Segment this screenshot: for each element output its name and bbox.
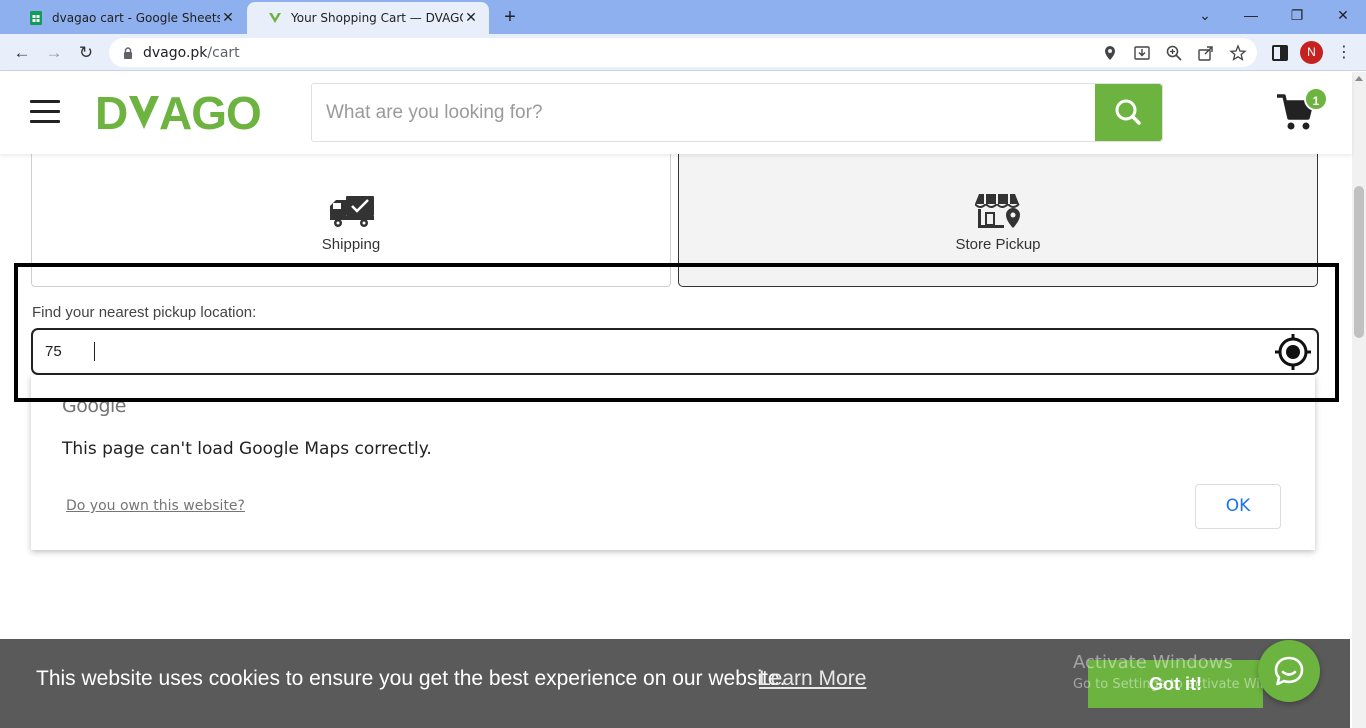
svg-text:D: D (95, 90, 127, 134)
store-location-icon (975, 194, 1020, 228)
cookie-banner: This website uses cookies to ensure you … (0, 639, 1350, 728)
dvago-logo[interactable]: D AGO (95, 90, 279, 134)
site-header: D AGO 1 (0, 72, 1352, 154)
minimize-icon[interactable]: — (1228, 4, 1274, 26)
url-text: dvago.pk/cart (143, 45, 240, 61)
pickup-location-label: Find your nearest pickup location: (32, 304, 257, 321)
page-scrollbar[interactable] (1352, 72, 1366, 728)
bookmark-star-icon[interactable] (1229, 44, 1247, 62)
text-caret (94, 342, 95, 361)
cart-count-badge: 1 (1304, 87, 1328, 111)
zoom-icon[interactable] (1165, 44, 1183, 62)
side-panel-icon[interactable] (1269, 42, 1291, 64)
menu-kebab-icon[interactable]: ⋮ (1333, 42, 1355, 64)
search-icon (1115, 99, 1141, 125)
dvago-favicon-icon (269, 13, 281, 23)
pickup-location-input[interactable] (33, 330, 1263, 373)
browser-toolbar: ← → ↻ dvago.pk/cart N ⋮ (0, 34, 1366, 71)
locate-me-icon[interactable] (1274, 333, 1312, 371)
tab-title: Your Shopping Cart — DVAGO® (291, 11, 463, 25)
activate-windows-title: Activate Windows (1073, 652, 1233, 673)
chat-bubble-icon (1274, 656, 1304, 686)
hamburger-menu-icon[interactable] (30, 100, 60, 124)
map-error-panel: Google This page can't load Google Maps … (31, 375, 1315, 550)
reload-icon[interactable]: ↻ (74, 41, 98, 65)
sheets-icon (30, 11, 42, 25)
lock-icon (124, 46, 132, 59)
delivery-option-store-pickup[interactable]: Store Pickup (678, 154, 1318, 287)
window-close-icon[interactable]: ✕ (1320, 4, 1366, 26)
address-bar[interactable]: dvago.pk/cart (109, 38, 1257, 67)
share-icon[interactable] (1197, 44, 1215, 62)
svg-text:AGO: AGO (159, 90, 261, 134)
pickup-location-field (31, 328, 1319, 375)
own-website-link[interactable]: Do you own this website? (66, 498, 245, 514)
close-icon[interactable]: ✕ (463, 10, 479, 26)
map-error-message: This page can't load Google Maps correct… (62, 439, 432, 459)
learn-more-link[interactable]: Learn More (759, 667, 866, 691)
delivery-option-shipping[interactable]: Shipping (31, 154, 671, 287)
shipping-label: Shipping (321, 236, 381, 253)
ok-button[interactable]: OK (1195, 484, 1281, 529)
scrollbar-thumb[interactable] (1354, 186, 1364, 338)
site-search (311, 83, 1163, 142)
profile-avatar[interactable]: N (1300, 41, 1323, 64)
install-icon[interactable] (1133, 44, 1151, 62)
scroll-up-icon[interactable] (1355, 76, 1363, 81)
tab-google-sheets[interactable]: dvagao cart - Google Sheets ✕ (8, 2, 246, 34)
truck-check-icon (330, 196, 374, 227)
store-pickup-label: Store Pickup (955, 236, 1041, 253)
browser-tabstrip: dvagao cart - Google Sheets ✕ Your Shopp… (0, 0, 1366, 34)
search-button[interactable] (1095, 84, 1162, 141)
tab-search-chevron-icon[interactable]: ⌄ (1182, 4, 1228, 26)
new-tab-icon[interactable]: + (498, 5, 522, 29)
close-icon[interactable]: ✕ (220, 10, 236, 26)
google-wordmark: Google (62, 395, 127, 417)
url-path: /cart (207, 44, 240, 61)
chat-button[interactable] (1258, 640, 1320, 702)
search-input[interactable] (312, 84, 1094, 141)
forward-icon[interactable]: → (42, 41, 66, 65)
tab-title: dvagao cart - Google Sheets (52, 11, 220, 25)
location-pin-icon[interactable] (1101, 44, 1119, 62)
url-host: dvago.pk (143, 44, 208, 61)
cookie-message: This website uses cookies to ensure you … (36, 667, 786, 690)
back-icon[interactable]: ← (10, 41, 34, 65)
restore-icon[interactable]: ❐ (1274, 4, 1320, 26)
tab-dvago-cart[interactable]: Your Shopping Cart — DVAGO® ✕ (247, 2, 489, 34)
